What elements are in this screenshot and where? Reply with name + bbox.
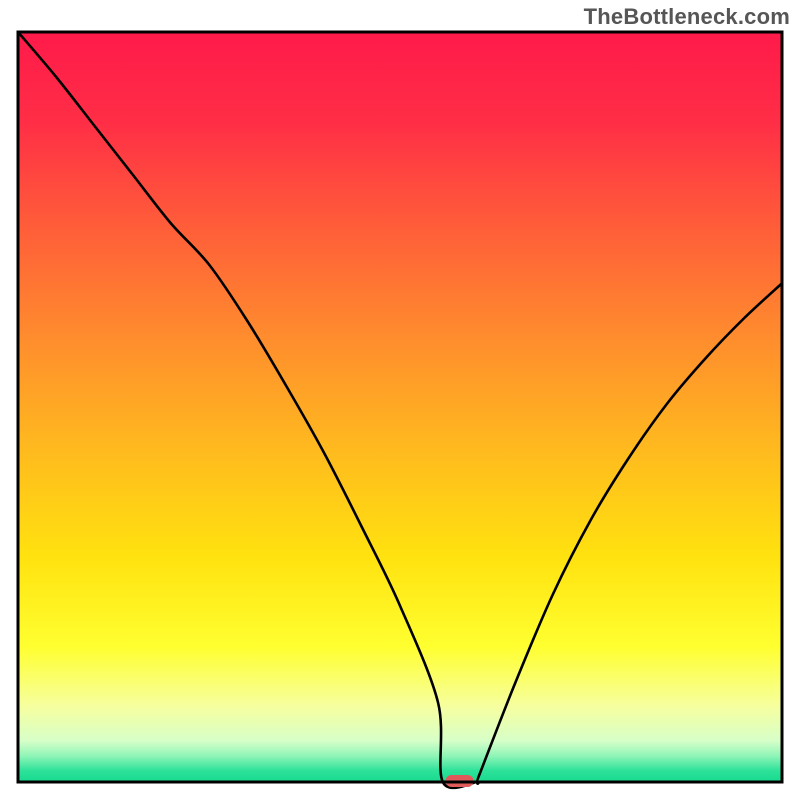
bottleneck-curve-chart	[0, 0, 800, 800]
plot-background	[18, 32, 782, 782]
chart-container: TheBottleneck.com	[0, 0, 800, 800]
